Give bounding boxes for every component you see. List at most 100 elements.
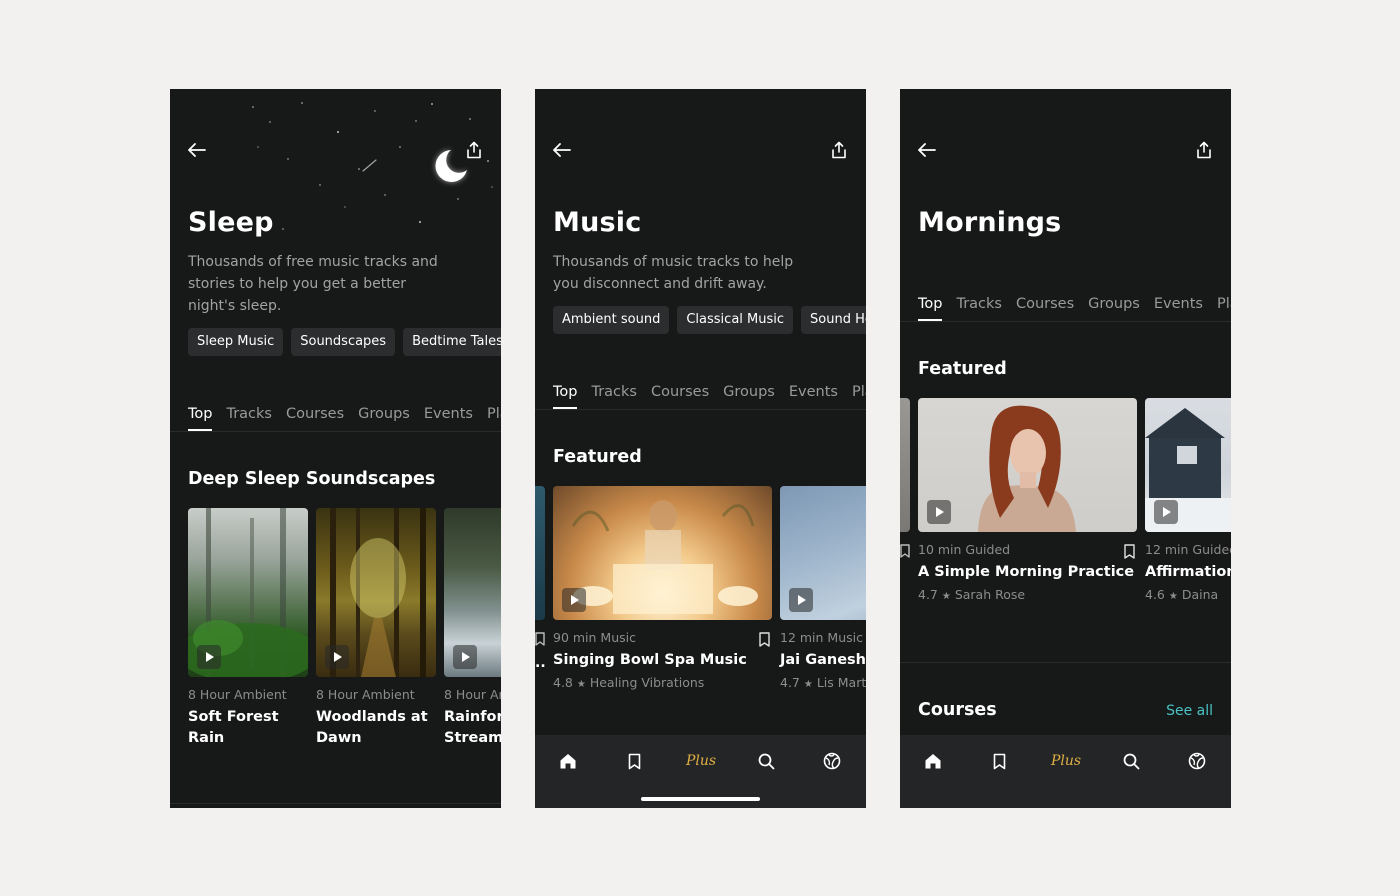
- page-description: Thousands of music tracks to help you di…: [553, 254, 794, 292]
- share-button[interactable]: [463, 139, 485, 161]
- chip-sleep-music[interactable]: Sleep Music: [188, 328, 284, 356]
- page-title: Music: [553, 207, 642, 238]
- bookmark-icon[interactable]: [900, 544, 910, 558]
- bookmark-icon[interactable]: [759, 632, 770, 647]
- sleep-screen: Sleep Thousands of free music tracks and…: [170, 89, 501, 808]
- chip-classical-music[interactable]: Classical Music: [677, 306, 794, 334]
- tab-groups[interactable]: Groups: [1088, 296, 1140, 321]
- share-button[interactable]: [1193, 139, 1215, 161]
- play-button[interactable]: [562, 588, 586, 612]
- featured-thumbnail: [1145, 398, 1231, 532]
- back-arrow-icon: [553, 143, 571, 157]
- section-title: Featured: [918, 359, 1007, 379]
- tab-events[interactable]: Events: [424, 406, 473, 431]
- nav-home[interactable]: [556, 749, 580, 773]
- featured-title: Jai Ganesha: [780, 652, 866, 668]
- nav-home[interactable]: [921, 749, 945, 773]
- featured-card[interactable]: 90 min Music Singing Bowl Spa Music 4.8 …: [553, 486, 772, 690]
- play-button[interactable]: [1154, 500, 1178, 524]
- featured-thumbnail: [553, 486, 772, 620]
- chip-soundscapes[interactable]: Soundscapes: [291, 328, 396, 356]
- share-button[interactable]: [828, 139, 850, 161]
- back-button[interactable]: [551, 139, 573, 161]
- share-icon: [467, 141, 481, 159]
- track-card[interactable]: 8 Hour Ambient Woodlands at Dawn: [316, 508, 436, 749]
- chip-bedtime-tales[interactable]: Bedtime Tales: [403, 328, 501, 356]
- tab-playlists[interactable]: Playli: [1217, 296, 1231, 321]
- tab-tracks[interactable]: Tracks: [591, 384, 637, 409]
- content-tabs: Top Tracks Courses Groups Events Playli: [918, 296, 1231, 321]
- top-bar: [553, 139, 850, 165]
- play-button[interactable]: [197, 645, 221, 669]
- back-arrow-icon: [188, 143, 206, 157]
- previous-card-thumbnail[interactable]: [535, 486, 545, 620]
- featured-card[interactable]: 10 min Guided A Simple Morning Practice …: [918, 398, 1137, 602]
- page-title: Sleep: [188, 207, 274, 238]
- home-indicator: [641, 797, 760, 801]
- tab-top[interactable]: Top: [553, 384, 578, 409]
- tab-courses[interactable]: Courses: [286, 406, 344, 431]
- tab-courses[interactable]: Courses: [1016, 296, 1074, 321]
- content-tabs: Top Tracks Courses Groups Events Playli: [188, 406, 501, 431]
- nav-search[interactable]: [1119, 749, 1143, 773]
- tab-playlists[interactable]: Playli: [852, 384, 866, 409]
- search-icon: [758, 753, 774, 769]
- nav-plus[interactable]: Plus: [683, 749, 719, 773]
- tab-courses[interactable]: Courses: [651, 384, 709, 409]
- track-card[interactable]: 8 Hour Ambient Soft Forest Rain: [188, 508, 308, 749]
- featured-meta: 10 min Guided: [918, 542, 1011, 557]
- bookmark-icon: [993, 753, 1005, 769]
- featured-card[interactable]: 12 min Guided Affirmations 4.6 ★ Daina: [1145, 398, 1231, 602]
- play-button[interactable]: [453, 645, 477, 669]
- nav-saved[interactable]: [987, 749, 1011, 773]
- section-title: Deep Sleep Soundscapes: [188, 469, 436, 489]
- track-title: Soft Forest Rain: [188, 709, 279, 746]
- bookmark-icon[interactable]: [535, 632, 545, 646]
- featured-card[interactable]: 12 min Music Jai Ganesha 4.7 ★ Lis Marti…: [780, 486, 866, 690]
- chip-sound-healing[interactable]: Sound Healing: [801, 306, 866, 334]
- featured-title: Singing Bowl Spa Music: [553, 652, 747, 668]
- nav-explore[interactable]: [820, 749, 844, 773]
- star-icon: ★: [941, 591, 951, 602]
- track-meta: 8 Hour Ambient: [316, 687, 415, 702]
- featured-thumbnail: [780, 486, 866, 620]
- tab-divider: [535, 409, 866, 410]
- chip-ambient-sound[interactable]: Ambient sound: [553, 306, 670, 334]
- nav-search[interactable]: [754, 749, 778, 773]
- play-button[interactable]: [927, 500, 951, 524]
- bookmark-icon: [628, 753, 640, 769]
- tab-groups[interactable]: Groups: [723, 384, 775, 409]
- explore-icon: [1188, 752, 1206, 770]
- track-card[interactable]: 8 Hour Am Rainfore Stream: [444, 508, 501, 749]
- rating-value: 4.7: [918, 587, 938, 602]
- tab-playlists[interactable]: Playli: [487, 406, 501, 431]
- nav-plus[interactable]: Plus: [1048, 749, 1084, 773]
- play-button[interactable]: [789, 588, 813, 612]
- explore-icon: [823, 752, 841, 770]
- top-bar: [918, 139, 1215, 165]
- featured-subtitle: 4.7 ★ Sarah Rose: [918, 587, 1137, 602]
- tab-tracks[interactable]: Tracks: [226, 406, 272, 431]
- tab-groups[interactable]: Groups: [358, 406, 410, 431]
- search-icon: [1123, 753, 1139, 769]
- previous-card-thumbnail[interactable]: [900, 398, 910, 532]
- featured-subtitle: 4.7 ★ Lis Martin: [780, 675, 866, 690]
- tab-divider: [170, 431, 501, 432]
- tab-top[interactable]: Top: [918, 296, 943, 321]
- play-button[interactable]: [325, 645, 349, 669]
- bottom-navigation: Plus: [900, 735, 1231, 808]
- nav-saved[interactable]: [622, 749, 646, 773]
- tab-top[interactable]: Top: [188, 406, 213, 431]
- tab-events[interactable]: Events: [1154, 296, 1203, 321]
- back-button[interactable]: [916, 139, 938, 161]
- nav-explore[interactable]: [1185, 749, 1209, 773]
- mornings-screen: Mornings Top Tracks Courses Groups Event…: [900, 89, 1231, 808]
- featured-title: A Simple Morning Practice: [918, 564, 1135, 580]
- page-title: Mornings: [918, 207, 1062, 238]
- featured-meta: 90 min Music: [553, 630, 636, 645]
- tab-tracks[interactable]: Tracks: [956, 296, 1002, 321]
- see-all-link[interactable]: See all: [1166, 703, 1213, 719]
- back-button[interactable]: [186, 139, 208, 161]
- bookmark-icon[interactable]: [1124, 544, 1135, 559]
- tab-events[interactable]: Events: [789, 384, 838, 409]
